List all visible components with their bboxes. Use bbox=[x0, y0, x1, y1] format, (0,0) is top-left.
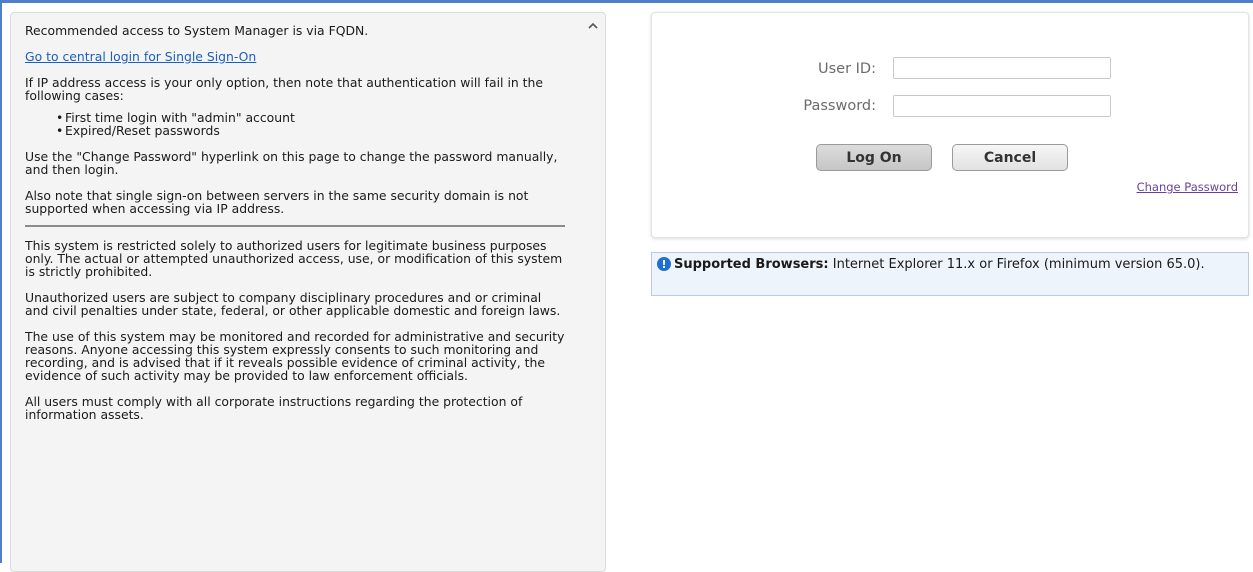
window-frame-top bbox=[0, 0, 1253, 3]
password-input[interactable] bbox=[893, 95, 1111, 117]
log-on-button[interactable]: Log On bbox=[816, 144, 932, 171]
notice-panel: Recommended access to System Manager is … bbox=[10, 12, 606, 572]
window-frame-left bbox=[0, 0, 2, 563]
sso-ip-note: Also note that single sign-on between se… bbox=[25, 188, 529, 216]
chevron-up-icon[interactable] bbox=[585, 17, 601, 33]
info-icon: ! bbox=[657, 257, 671, 271]
supported-browsers-banner: ! Supported Browsers: Internet Explorer … bbox=[651, 252, 1249, 296]
divider bbox=[25, 225, 565, 227]
monitoring-notice: The use of this system may be monitored … bbox=[25, 329, 565, 383]
penalties-notice: Unauthorized users are subject to compan… bbox=[25, 290, 561, 318]
failure-cases-list: First time login with "admin" account Ex… bbox=[25, 111, 565, 137]
cancel-button[interactable]: Cancel bbox=[952, 144, 1068, 171]
change-password-link[interactable]: Change Password bbox=[1100, 180, 1238, 194]
user-id-label: User ID: bbox=[818, 61, 876, 77]
list-item: Expired/Reset passwords bbox=[56, 124, 565, 137]
compliance-notice: All users must comply with all corporate… bbox=[25, 394, 523, 422]
notice-content: Recommended access to System Manager is … bbox=[25, 24, 565, 421]
password-label: Password: bbox=[803, 98, 876, 114]
supported-browsers-heading: Supported Browsers: bbox=[674, 257, 829, 272]
user-id-input[interactable] bbox=[893, 57, 1111, 79]
ip-access-note: If IP address access is your only option… bbox=[25, 75, 544, 103]
fqdn-note: Recommended access to System Manager is … bbox=[25, 23, 369, 38]
change-password-note: Use the "Change Password" hyperlink on t… bbox=[25, 149, 558, 177]
sso-link[interactable]: Go to central login for Single Sign-On bbox=[25, 49, 256, 64]
login-box bbox=[651, 12, 1249, 238]
restriction-notice: This system is restricted solely to auth… bbox=[25, 238, 563, 279]
supported-browsers-text: Internet Explorer 11.x or Firefox (minim… bbox=[828, 257, 1205, 272]
